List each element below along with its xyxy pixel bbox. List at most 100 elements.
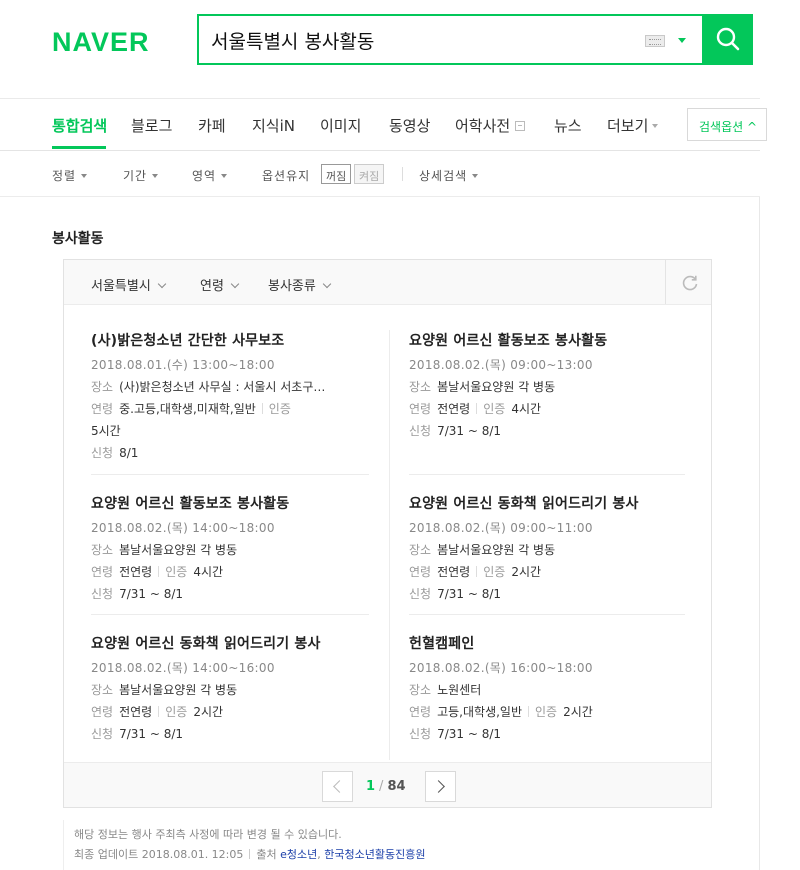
card-title[interactable]: 요양원 어르신 활동보조 봉사활동 — [409, 330, 689, 350]
age-label: 연령 — [91, 402, 114, 416]
search-options-button[interactable]: 검색옵션 ^ — [687, 108, 767, 141]
type-filter[interactable]: 봉사종류 — [268, 275, 332, 294]
apply-label: 신청 — [409, 587, 432, 601]
panel-filter-bar: 서울특별시 연령 봉사종류 — [64, 260, 711, 305]
tab-video[interactable]: 동영상 — [389, 115, 430, 136]
age-filter[interactable]: 연령 — [200, 275, 240, 294]
cert-value: 2시간 — [511, 565, 542, 579]
card-apply: 신청 7/31 ~ 8/1 — [409, 725, 689, 741]
place-value: (사)밝은청소년 사무실 : 서울시 서초구… — [119, 380, 326, 394]
card-title[interactable]: 요양원 어르신 활동보조 봉사활동 — [91, 493, 371, 513]
area-filter[interactable]: 영역 — [192, 167, 228, 184]
age-filter-label: 연령 — [200, 279, 224, 294]
apply-label: 신청 — [91, 727, 114, 741]
detail-search-filter[interactable]: 상세검색 — [419, 167, 479, 184]
tab-kin[interactable]: 지식iN — [252, 115, 295, 136]
card-date: 2018.08.02.(목) 14:00~16:00 — [91, 661, 275, 675]
age-value: 중.고등,대학생,미재학,일반 — [119, 402, 256, 416]
apply-value: 7/31 ~ 8/1 — [437, 587, 502, 601]
caret-down-icon — [81, 174, 88, 178]
divider — [158, 566, 160, 577]
region-filter[interactable]: 서울특별시 — [91, 275, 167, 294]
section-title: 봉사활동 — [52, 231, 104, 247]
card-apply: 신청 7/31 ~ 8/1 — [91, 585, 371, 601]
card-apply: 신청 7/31 ~ 8/1 — [91, 725, 371, 741]
apply-label: 신청 — [409, 727, 432, 741]
total-pages: 84 — [387, 779, 406, 794]
age-value: 전연령 — [437, 402, 471, 416]
cert-label: 인증 — [165, 705, 188, 719]
cert-label: 인증 — [535, 705, 558, 719]
apply-value: 7/31 ~ 8/1 — [437, 727, 502, 741]
card-date: 2018.08.01.(수) 13:00~18:00 — [91, 358, 275, 372]
sort-filter-label: 정렬 — [52, 169, 77, 183]
keep-option-off-toggle[interactable]: 꺼짐 — [321, 164, 352, 184]
keyboard-dropdown-icon[interactable] — [678, 38, 686, 43]
cert-label: 인증 — [483, 402, 506, 416]
card-place: 장소 봄날서울요양원 각 병동 — [91, 541, 371, 557]
source-link-kywa[interactable]: 한국청소년활동진흥원 — [324, 848, 425, 861]
card-title[interactable]: 요양원 어르신 동화책 읽어드리기 봉사 — [409, 493, 689, 513]
row-divider — [91, 474, 369, 475]
detail-search-label: 상세검색 — [419, 169, 468, 183]
tab-image[interactable]: 이미지 — [320, 115, 361, 136]
card-age: 연령 전연령 인증 2시간 — [409, 563, 689, 579]
card-place: 장소 노원센터 — [409, 681, 689, 697]
cert-value: 2시간 — [563, 705, 593, 719]
search-box — [197, 14, 753, 65]
card-place: 장소 봄날서울요양원 각 병동 — [91, 681, 371, 697]
prev-page-button[interactable] — [322, 771, 353, 802]
card-title[interactable]: (사)밝은청소년 간단한 사무보조 — [91, 330, 371, 350]
place-label: 장소 — [91, 380, 114, 394]
refresh-button[interactable] — [665, 260, 711, 304]
tab-more[interactable]: 더보기 — [607, 115, 659, 136]
info-notice: 해당 정보는 행사 주최측 사정에 따라 변경 될 수 있습니다. — [74, 828, 342, 841]
card-title[interactable]: 요양원 어르신 동화책 읽어드리기 봉사 — [91, 633, 371, 653]
search-input[interactable] — [211, 25, 631, 55]
tab-blog[interactable]: 블로그 — [131, 115, 172, 136]
caret-down-icon — [472, 174, 479, 178]
card-place: 장소 (사)밝은청소년 사무실 : 서울시 서초구… — [91, 378, 371, 394]
area-filter-label: 영역 — [192, 169, 217, 183]
row-divider — [409, 474, 685, 475]
chevron-down-icon — [230, 279, 240, 289]
next-page-button[interactable] — [425, 771, 456, 802]
age-value: 전연령 — [437, 565, 471, 579]
volunteer-card[interactable]: 요양원 어르신 활동보조 봉사활동 2018.08.02.(목) 09:00~1… — [409, 330, 689, 438]
content-border — [759, 197, 760, 870]
card-title[interactable]: 헌혈캠페인 — [409, 633, 689, 653]
card-date: 2018.08.02.(목) 16:00~18:00 — [409, 661, 593, 675]
cert-value: 5시간 — [91, 424, 121, 438]
divider — [261, 403, 263, 414]
volunteer-card[interactable]: 헌혈캠페인 2018.08.02.(목) 16:00~18:00 장소 노원센터 … — [409, 633, 689, 741]
keep-option-on-toggle[interactable]: 켜짐 — [354, 164, 385, 184]
caret-down-icon — [221, 174, 228, 178]
tab-integrated[interactable]: 통합검색 — [52, 115, 107, 136]
keyboard-icon[interactable] — [645, 35, 665, 47]
cert-value: 2시간 — [193, 705, 224, 719]
dictionary-icon — [515, 121, 526, 131]
cert-label: 인증 — [165, 565, 188, 579]
refresh-icon — [682, 275, 698, 291]
tab-dictionary[interactable]: 어학사전 — [455, 115, 526, 136]
card-date: 2018.08.02.(목) 14:00~18:00 — [91, 521, 275, 535]
volunteer-card[interactable]: 요양원 어르신 활동보조 봉사활동 2018.08.02.(목) 14:00~1… — [91, 493, 371, 601]
age-label: 연령 — [409, 402, 432, 416]
naver-logo[interactable]: NAVER — [52, 27, 150, 58]
cert-label: 인증 — [268, 402, 291, 416]
age-label: 연령 — [409, 565, 432, 579]
period-filter[interactable]: 기간 — [123, 167, 159, 184]
card-age: 연령 전연령 인증 2시간 — [91, 703, 371, 719]
volunteer-card[interactable]: 요양원 어르신 동화책 읽어드리기 봉사 2018.08.02.(목) 09:0… — [409, 493, 689, 601]
search-tabs: 통합검색 블로그 카페 지식iN 이미지 동영상 어학사전 뉴스 더보기 검색옵… — [0, 98, 767, 151]
search-button[interactable] — [702, 14, 753, 65]
volunteer-card[interactable]: (사)밝은청소년 간단한 사무보조 2018.08.01.(수) 13:00~1… — [91, 330, 371, 460]
apply-value: 7/31 ~ 8/1 — [437, 424, 502, 438]
volunteer-card[interactable]: 요양원 어르신 동화책 읽어드리기 봉사 2018.08.02.(목) 14:0… — [91, 633, 371, 741]
tab-news[interactable]: 뉴스 — [554, 115, 582, 136]
sort-filter[interactable]: 정렬 — [52, 167, 88, 184]
source-link-eyouth[interactable]: e청소년 — [280, 848, 317, 861]
search-icon — [716, 27, 740, 51]
card-age: 연령 중.고등,대학생,미재학,일반 인증 — [91, 400, 371, 416]
tab-cafe[interactable]: 카페 — [198, 115, 226, 136]
